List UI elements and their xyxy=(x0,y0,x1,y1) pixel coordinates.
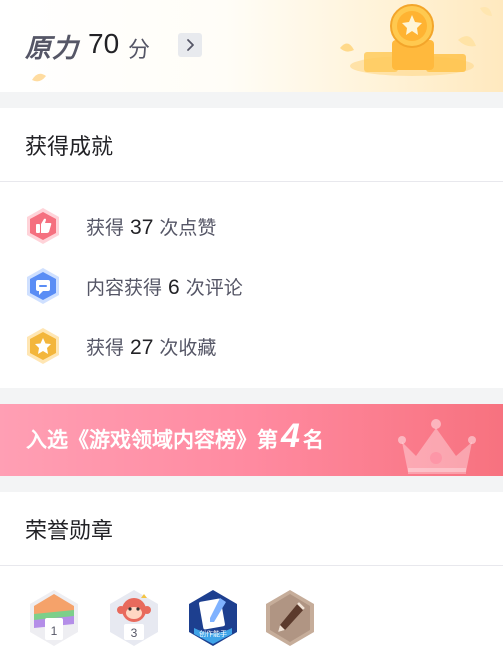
force-score: 70 xyxy=(88,28,120,59)
achievement-favorites-text: 获得 27 次收藏 xyxy=(86,333,216,360)
achievements-section: 获得成就 获得 37 次点赞 内容获得 6 次评论 获得 27 次收藏 xyxy=(0,108,503,388)
achievement-likes-count: 37 xyxy=(130,215,154,239)
force-unit: 分 xyxy=(128,37,151,62)
creator-badge-icon[interactable]: 创作能手 xyxy=(186,588,240,648)
achievement-likes: 获得 37 次点赞 xyxy=(0,204,503,248)
thumbs-up-icon xyxy=(27,208,59,244)
trophy-illustration xyxy=(340,4,492,76)
checkin-badge-icon[interactable]: 1 xyxy=(27,588,81,648)
ranking-banner[interactable]: 入选《游戏领域内容榜》第 4 名 xyxy=(0,404,503,476)
comment-icon xyxy=(27,268,59,304)
achievement-favorites-count: 27 xyxy=(130,335,154,359)
achievements-title: 获得成就 xyxy=(0,108,503,182)
achievement-comments: 内容获得 6 次评论 xyxy=(0,264,503,308)
achievement-comments-count: 6 xyxy=(168,275,180,299)
honor-title: 荣誉勋章 xyxy=(0,492,503,566)
force-label: 原力 xyxy=(25,33,80,63)
monkey-badge-icon[interactable]: 3 xyxy=(107,588,161,648)
achievement-comments-text: 内容获得 6 次评论 xyxy=(86,273,243,300)
ranking-banner-suffix: 名 xyxy=(302,429,324,452)
crown-icon xyxy=(398,419,476,474)
ranking-banner-rank: 4 xyxy=(281,417,300,455)
achievement-comments-suffix: 次评论 xyxy=(185,277,243,299)
achievement-likes-text: 获得 37 次点赞 xyxy=(86,213,216,240)
pen-badge-icon[interactable] xyxy=(263,588,317,648)
achievement-favorites-suffix: 次收藏 xyxy=(159,337,217,359)
force-detail-button[interactable] xyxy=(178,33,202,57)
leaf-decoration xyxy=(32,73,46,82)
creator-badge-caption: 创作能手 xyxy=(199,629,227,638)
ranking-banner-text: 入选《游戏领域内容榜》第 4 名 xyxy=(26,417,324,455)
force-card: 原力 70 分 xyxy=(0,0,503,92)
achievement-favorites-prefix: 获得 xyxy=(86,337,125,359)
achievement-likes-suffix: 次点赞 xyxy=(159,217,217,239)
achievement-comments-prefix: 内容获得 xyxy=(86,277,163,299)
chevron-right-icon xyxy=(187,39,194,51)
achievement-likes-prefix: 获得 xyxy=(86,217,125,239)
star-icon xyxy=(27,328,59,364)
monkey-badge-caption: 3 xyxy=(131,626,138,640)
checkin-badge-caption: 1 xyxy=(51,624,58,638)
ranking-banner-prefix: 入选《游戏领域内容榜》第 xyxy=(26,429,278,452)
achievement-favorites: 获得 27 次收藏 xyxy=(0,324,503,368)
